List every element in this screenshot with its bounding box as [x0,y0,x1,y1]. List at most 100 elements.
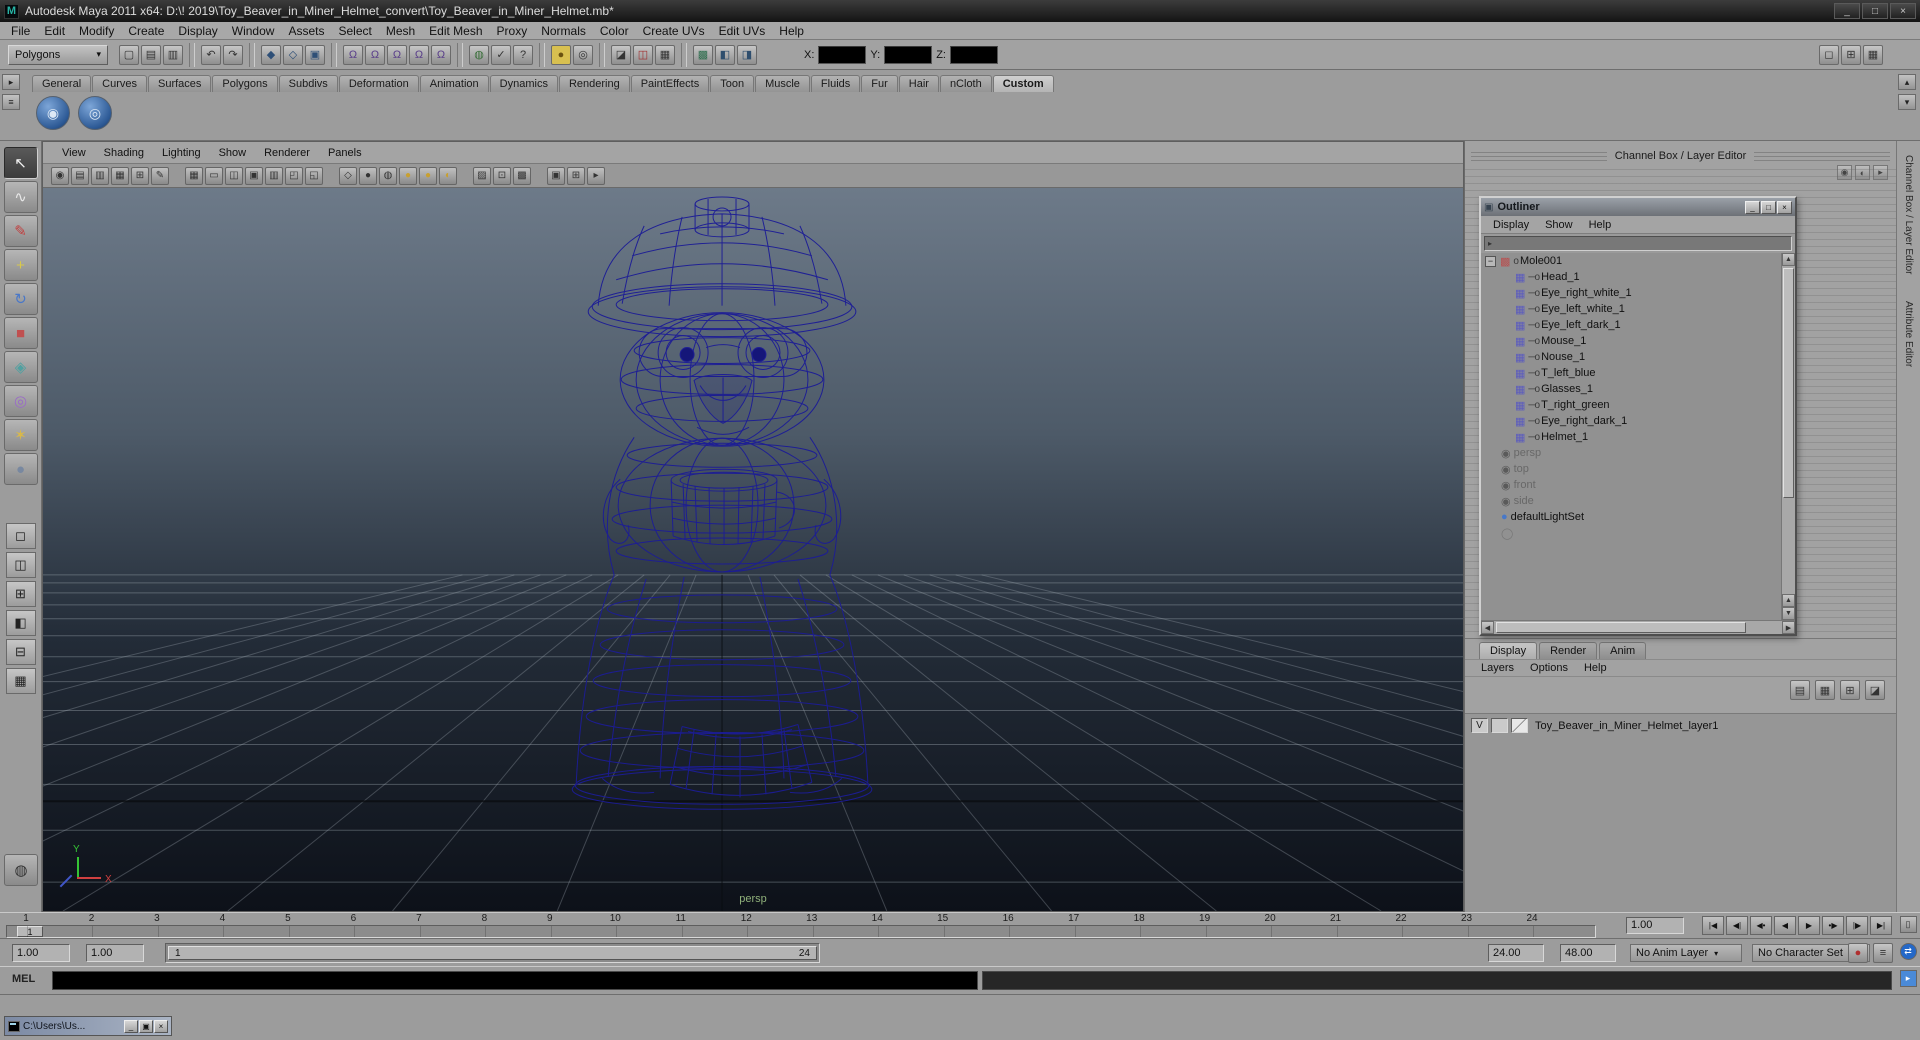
outliner-item-head-1[interactable]: ▦ ─o Head_1 [1481,269,1781,285]
open-scene-icon[interactable]: ▤ [141,44,161,65]
outliner-menu-help[interactable]: Help [1581,219,1620,231]
scroll-up-icon[interactable]: ▲ [1782,253,1795,266]
snap-to-grid-icon[interactable]: Ω [343,44,363,65]
single-pane-layout-icon[interactable]: ◻ [1819,44,1839,65]
expand-collapse-icon[interactable]: − [1485,255,1496,267]
outliner-item-top[interactable]: ◉ top [1481,461,1781,477]
remote-monitor-icon[interactable]: ▯ [1899,916,1917,933]
shelf-tab-deformation[interactable]: Deformation [338,75,419,92]
outliner-item-mouse-1[interactable]: ▦ ─o Mouse_1 [1481,333,1781,349]
shelf-tab-polygons[interactable]: Polygons [212,75,278,92]
camera-attributes-icon[interactable]: ▤ [71,166,89,185]
panel-menu-view[interactable]: View [53,147,95,159]
close-button[interactable]: × [1890,3,1916,19]
outliner-minimize-button[interactable]: _ [1745,200,1760,214]
scroll-down-icon[interactable]: ▼ [1782,607,1795,620]
scale-tool-icon[interactable]: ■ [3,317,38,349]
step-forward-key-button[interactable]: •▶ [1822,916,1844,935]
outliner-menu-show[interactable]: Show [1537,219,1581,231]
shelf-tab-subdivs[interactable]: Subdivs [278,75,338,92]
film-gate-icon[interactable]: ▭ [205,166,223,185]
textured-display-icon[interactable]: ◍ [379,166,397,185]
snap-to-curve-icon[interactable]: Ω [365,44,385,65]
layer-color-swatch[interactable] [1511,718,1528,733]
mel-label[interactable]: MEL [12,973,35,985]
isolate-select-icon[interactable]: ⊡ [493,166,511,185]
outliner-title-bar[interactable]: ▣ Outliner _ □ × [1481,198,1795,216]
outliner-maximize-button[interactable]: □ [1761,200,1776,214]
three-pane-left-layout-button[interactable]: ◧ [5,610,36,636]
custom-shelf-item-1-icon[interactable]: ◉ [36,96,70,130]
rotate-tool-icon[interactable]: ↻ [3,283,38,315]
new-empty-layer-icon[interactable]: ▤ [1790,680,1810,700]
shelf-tab-hair[interactable]: Hair [898,75,939,92]
menu-proxy[interactable]: Proxy [490,22,535,40]
panel-menu-renderer[interactable]: Renderer [255,147,319,159]
outliner-vertical-scrollbar[interactable]: ▲ ▲ ▼ [1781,253,1795,620]
shelf-tab-fur[interactable]: Fur [861,75,898,92]
outliner-item[interactable]: ◯ [1481,525,1781,541]
current-time-field[interactable]: 1.00 [1626,917,1684,934]
scroll-up-icon[interactable]: ▲ [1782,594,1795,607]
output-window-close-button[interactable]: × [154,1019,168,1033]
scroll-left-icon[interactable]: ◀ [1481,621,1494,634]
select-component-icon[interactable]: ▣ [305,44,325,65]
menu-create[interactable]: Create [121,22,171,40]
paint-select-tool-icon[interactable]: ✎ [3,215,38,247]
shelf-tab-general[interactable]: General [32,75,92,92]
highlight-selection-icon[interactable]: ◎ [573,44,593,65]
help-line-icon[interactable]: ? [513,44,533,65]
all-lights-icon[interactable]: ● [419,166,437,185]
animation-preferences-icon[interactable]: ≡ [1873,943,1893,963]
menu-edit-uvs[interactable]: Edit UVs [712,22,773,40]
outliner-close-button[interactable]: × [1777,200,1792,214]
panel-menu-panels[interactable]: Panels [319,147,371,159]
panel-menu-show[interactable]: Show [210,147,256,159]
range-slider-bar-inner[interactable]: 1 24 [168,946,817,960]
shelf-scroll-up-button[interactable]: ▴ [1898,74,1916,90]
lock-selection-icon[interactable]: ● [551,44,571,65]
default-lighting-icon[interactable]: ● [399,166,417,185]
menu-modify[interactable]: Modify [72,22,121,40]
menu-window[interactable]: Window [225,22,282,40]
layer-menu-layers[interactable]: Layers [1473,662,1522,674]
layer-tab-render[interactable]: Render [1539,642,1598,659]
output-window-titlebar[interactable]: C:\Users\Us... _ ▣ × [4,1016,172,1036]
menu-select[interactable]: Select [331,22,378,40]
move-layer-up-icon[interactable]: ⊞ [1840,680,1860,700]
menu-mesh[interactable]: Mesh [379,22,422,40]
go-to-end-button[interactable]: ▶| [1870,916,1892,935]
scrollbar-thumb[interactable] [1496,622,1746,633]
menu-color[interactable]: Color [593,22,636,40]
panel-config-icon[interactable]: ⊞ [567,166,585,185]
soft-modification-tool-icon[interactable]: ◎ [3,385,38,417]
select-tool-icon[interactable]: ↖ [3,147,38,179]
camera-select-icon[interactable]: ◉ [51,166,69,185]
scrollbar-thumb[interactable] [1783,268,1794,498]
menu-file[interactable]: File [4,22,37,40]
output-window-minimize-button[interactable]: _ [124,1019,138,1033]
saved-layouts-icon[interactable]: ▦ [1863,44,1883,65]
tear-off-panel-icon[interactable]: ▣ [547,166,565,185]
shelf-tab-painteffects[interactable]: PaintEffects [630,75,710,92]
render-settings-icon[interactable]: ▦ [655,44,675,65]
four-pane-layout-button[interactable]: ⊞ [5,581,36,607]
x-input[interactable] [818,45,867,64]
layer-row[interactable]: V Toy_Beaver_in_Miner_Helmet_layer1 [1465,714,1896,737]
new-scene-icon[interactable]: ▢ [119,44,139,65]
menu-create-uvs[interactable]: Create UVs [636,22,712,40]
snap-to-plane-icon[interactable]: Ω [409,44,429,65]
construction-history-icon[interactable]: ✓ [491,44,511,65]
toolbox-extra-icon[interactable]: ◍ [4,854,38,886]
menu-edit[interactable]: Edit [37,22,72,40]
2d-pan-zoom-icon[interactable]: ⊞ [131,166,149,185]
shelf-options-menu-button[interactable]: ≡ [2,94,20,110]
shelf-tab-fluids[interactable]: Fluids [810,75,861,92]
outliner-item-eye-right-dark-1[interactable]: ▦ ─o Eye_right_dark_1 [1481,413,1781,429]
menu-edit-mesh[interactable]: Edit Mesh [422,22,489,40]
select-hierarchy-icon[interactable]: ◆ [261,44,281,65]
animation-end-field[interactable]: 48.00 [1560,944,1616,962]
shelf-tab-muscle[interactable]: Muscle [755,75,810,92]
select-object-icon[interactable]: ◇ [283,44,303,65]
texture-view-icon[interactable]: ▩ [693,44,713,65]
